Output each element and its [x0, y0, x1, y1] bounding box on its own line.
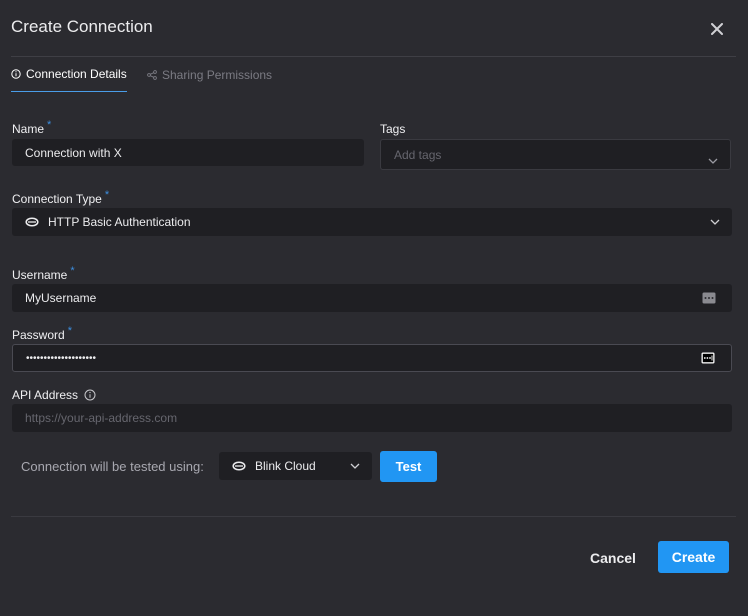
chevron-down-icon	[350, 463, 360, 469]
close-icon	[711, 23, 723, 35]
connection-type-label: Connection Type *	[12, 189, 110, 206]
tab-label: Sharing Permissions	[162, 67, 273, 82]
tab-label: Connection Details	[26, 67, 127, 81]
tags-label: Tags	[380, 122, 406, 136]
connection-type-icon	[25, 217, 39, 227]
tags-input[interactable]	[394, 147, 730, 162]
api-address-field[interactable]	[12, 404, 732, 432]
username-field[interactable]	[12, 284, 732, 312]
dialog-title: Create Connection	[11, 17, 153, 36]
share-icon	[147, 69, 157, 80]
footer-divider	[11, 516, 736, 517]
tab-connection-details[interactable]: Connection Details	[11, 57, 127, 92]
api-address-label: API Address	[12, 388, 96, 402]
connection-type-value: HTTP Basic Authentication	[48, 215, 191, 229]
required-mark: *	[104, 189, 110, 201]
password-manager-icon[interactable]	[702, 292, 716, 304]
chevron-down-icon	[710, 219, 720, 225]
password-field[interactable]: ••••••••••••••••••••	[12, 344, 732, 372]
tab-sharing-permissions[interactable]: Sharing Permissions	[147, 57, 272, 92]
test-environment-select[interactable]: Blink Cloud	[219, 452, 372, 480]
name-input[interactable]	[25, 145, 364, 160]
name-field[interactable]	[12, 139, 364, 166]
password-label: Password *	[12, 325, 72, 342]
required-mark: *	[67, 325, 72, 337]
tab-bar: Connection Details Sharing Permissions	[11, 57, 736, 93]
chevron-down-icon	[708, 158, 718, 164]
password-value: ••••••••••••••••••••	[26, 352, 97, 364]
info-icon[interactable]	[84, 389, 96, 401]
test-button[interactable]: Test	[380, 451, 437, 482]
username-label: Username *	[12, 265, 75, 282]
name-label: Name *	[12, 119, 52, 136]
create-connection-dialog: Create Connection Connection Details Sha…	[0, 0, 748, 616]
close-button[interactable]	[705, 17, 729, 41]
required-mark: *	[47, 119, 52, 131]
dialog-header: Create Connection	[0, 0, 748, 56]
api-address-input[interactable]	[25, 411, 732, 425]
password-manager-icon[interactable]	[701, 352, 715, 364]
cancel-button[interactable]: Cancel	[583, 542, 643, 573]
required-mark: *	[70, 265, 75, 277]
info-icon	[11, 69, 21, 79]
cloud-connection-icon	[232, 461, 246, 471]
tags-field[interactable]	[380, 139, 731, 170]
username-input[interactable]	[25, 291, 732, 305]
create-button[interactable]: Create	[658, 541, 729, 573]
connection-type-select[interactable]: HTTP Basic Authentication	[12, 208, 732, 236]
test-environment-label: Connection will be tested using:	[21, 459, 204, 474]
test-environment-value: Blink Cloud	[255, 459, 316, 473]
